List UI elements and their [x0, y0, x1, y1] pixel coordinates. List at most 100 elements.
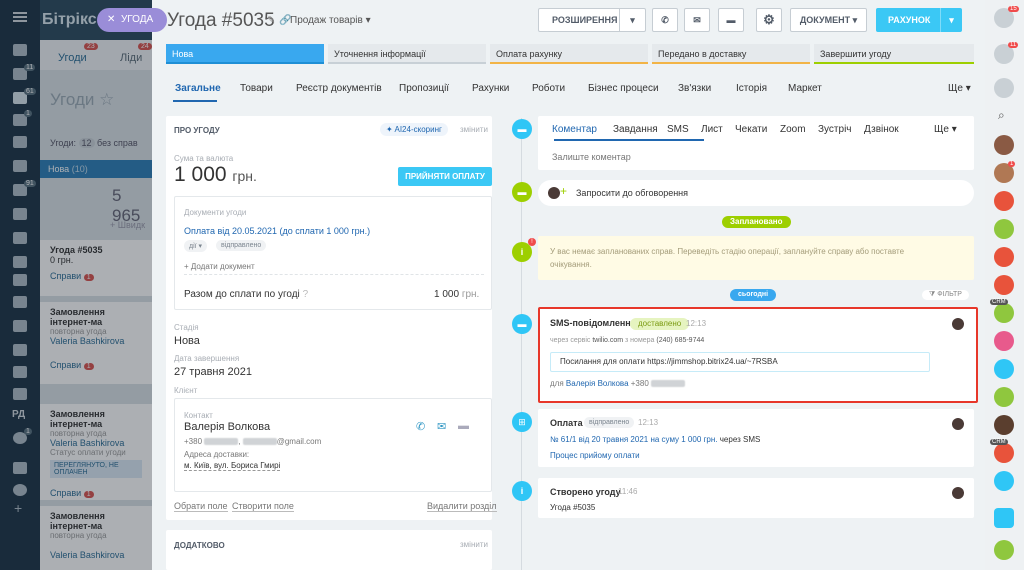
stage-new[interactable]: Нова: [166, 44, 324, 64]
rb-badge: 11: [1008, 42, 1019, 48]
sms-time: 12:13: [686, 319, 707, 328]
promo-icon[interactable]: [994, 331, 1014, 351]
deal-tabs: Загальне Товари Реєстр документів Пропоз…: [152, 74, 985, 104]
contact-icon[interactable]: [994, 191, 1014, 211]
envelope-icon[interactable]: ✉: [437, 420, 446, 433]
stage-finish[interactable]: Завершити угоду: [814, 44, 974, 64]
tab-market[interactable]: Маркет: [788, 83, 822, 94]
settings-gear-button[interactable]: ⚙: [756, 8, 782, 32]
tab-works[interactable]: Роботи: [532, 83, 565, 94]
payment-time: 12:13: [638, 418, 659, 427]
sum-label: Сума та валюта: [174, 154, 234, 163]
lock-green-icon[interactable]: [994, 387, 1014, 407]
stage-label: Стадія: [174, 323, 199, 332]
tab-general[interactable]: Загальне: [175, 83, 221, 94]
invite-avatar: [548, 187, 560, 199]
accept-payment-button[interactable]: ПРИЙНЯТИ ОПЛАТУ: [398, 167, 492, 186]
payment-author-avatar: [952, 418, 964, 430]
composer-tab-mail[interactable]: Лист: [701, 124, 723, 135]
edit-icon[interactable]: ✎: [267, 15, 275, 26]
user-photo-avatar[interactable]: [994, 415, 1014, 435]
video-icon[interactable]: [994, 359, 1014, 379]
additional-change-link[interactable]: змінити: [460, 540, 488, 549]
choose-field-link[interactable]: Обрати поле: [174, 501, 228, 512]
warning-badge: !: [528, 238, 536, 246]
close-slider-button[interactable]: ✕ УГОДА: [97, 8, 167, 32]
tab-proposals[interactable]: Пропозиції: [399, 83, 449, 94]
crm-contact-icon[interactable]: [994, 303, 1014, 323]
rb-badge: CRM: [990, 299, 1008, 305]
extensions-button[interactable]: РОЗШИРЕННЯ ▾: [538, 8, 646, 32]
info-dot-icon: i: [512, 481, 532, 501]
filter-button[interactable]: ⧩ ФІЛЬТР: [922, 290, 969, 300]
contact-name[interactable]: Валерія Волкова: [184, 421, 270, 433]
comment-input[interactable]: Залиште коментар: [552, 152, 631, 162]
megaphone-icon[interactable]: [994, 275, 1014, 295]
call-phone-icon[interactable]: [994, 540, 1014, 560]
lock-red-icon[interactable]: [994, 247, 1014, 267]
chat-button[interactable]: ▬: [718, 8, 744, 32]
close-date-value: 27 травня 2021: [174, 366, 252, 378]
address-value: м. Київ, вул. Бориса Гмирі: [184, 461, 281, 471]
call-button[interactable]: ✆: [652, 8, 678, 32]
lock-icon[interactable]: [994, 219, 1014, 239]
stage-payment[interactable]: Оплата рахунку: [490, 44, 648, 64]
doc-sent-chip: відправлено: [216, 240, 267, 251]
created-time: 11:46: [618, 487, 638, 496]
document-button[interactable]: ДОКУМЕНТ ▾: [790, 8, 867, 32]
tab-invoices[interactable]: Рахунки: [472, 83, 509, 94]
delete-section-link[interactable]: Видалити розділ: [427, 501, 497, 512]
composer-tab-call[interactable]: Дзвінок: [864, 124, 899, 135]
ai-scoring-pill[interactable]: ✦ AI24-скоринг: [380, 123, 448, 136]
sms-dot-icon: ▬: [512, 314, 532, 334]
deal-header: Угода #5035 ✎ 🔗 Продаж товарів ▾ РОЗШИРЕ…: [152, 0, 985, 42]
skype-icon[interactable]: [994, 78, 1014, 98]
doc-actions-chip[interactable]: дії ▾: [184, 240, 208, 252]
additional-heading: ДОДАТКОВО: [174, 541, 225, 550]
planned-pill: Заплановано: [722, 216, 791, 228]
discussion-dot-icon: ▬: [512, 182, 532, 202]
composer-tab-meeting[interactable]: Зустріч: [818, 124, 852, 135]
tab-business-processes[interactable]: Бізнес процеси: [588, 83, 659, 94]
payment-link[interactable]: № 61/1 від 20 травня 2021 на суму 1 000 …: [550, 435, 760, 444]
user-avatar[interactable]: [994, 135, 1014, 155]
tab-more[interactable]: Ще ▾: [948, 83, 971, 94]
doc-link[interactable]: Оплата від 20.05.2021 (до сплати 1 000 г…: [184, 226, 370, 236]
sms-recipient: для Валерія Волкова +380: [550, 379, 686, 388]
composer-tab-zoom[interactable]: Zoom: [780, 124, 806, 135]
payment-status: відправлено: [584, 417, 635, 428]
stage-delivery[interactable]: Передано в доставку: [652, 44, 810, 64]
stage-clarify[interactable]: Уточнення інформації: [328, 44, 486, 64]
composer-tab-sms[interactable]: SMS: [667, 124, 689, 135]
email-button[interactable]: ✉: [684, 8, 710, 32]
composer-tab-comment[interactable]: Коментар: [552, 124, 597, 135]
tab-history[interactable]: Історія: [736, 83, 767, 94]
today-pill: сьогодні: [730, 289, 777, 301]
contact-label: Контакт: [184, 411, 213, 420]
docs-label: Документи угоди: [184, 208, 247, 217]
invoice-button[interactable]: РАХУНОК ▾: [876, 8, 962, 32]
message-icon[interactable]: ▬: [458, 420, 469, 432]
composer-tab-task[interactable]: Завдання: [613, 124, 658, 135]
payment-process-link[interactable]: Процес прийому оплати: [550, 451, 640, 460]
created-card: [538, 478, 974, 518]
sms-via: через сервіс twilio.com з номера (240) 6…: [550, 337, 705, 344]
add-document-link[interactable]: + Додати документ: [184, 262, 255, 271]
created-author-avatar: [952, 487, 964, 499]
users-blue-icon[interactable]: [994, 471, 1014, 491]
composer-tab-more[interactable]: Ще ▾: [934, 124, 957, 135]
tab-documents-registry[interactable]: Реєстр документів: [296, 83, 382, 94]
search-icon[interactable]: ⌕: [998, 108, 1005, 123]
invite-label: Запросити до обговорення: [576, 188, 689, 198]
user-red-icon[interactable]: [994, 443, 1014, 463]
sms-status: доставлено: [630, 318, 690, 330]
about-change-link[interactable]: змінити: [460, 125, 488, 134]
tab-products[interactable]: Товари: [240, 83, 273, 94]
tab-links[interactable]: Зв'язки: [678, 83, 711, 94]
copy-icon[interactable]: [994, 508, 1014, 528]
phone-icon[interactable]: ✆: [416, 420, 425, 433]
pipeline-select[interactable]: Продаж товарів ▾: [290, 15, 371, 26]
composer-tab-wait[interactable]: Чекати: [735, 124, 767, 135]
sum-value: 1 000 грн.: [174, 163, 257, 186]
create-field-link[interactable]: Створити поле: [232, 501, 294, 512]
